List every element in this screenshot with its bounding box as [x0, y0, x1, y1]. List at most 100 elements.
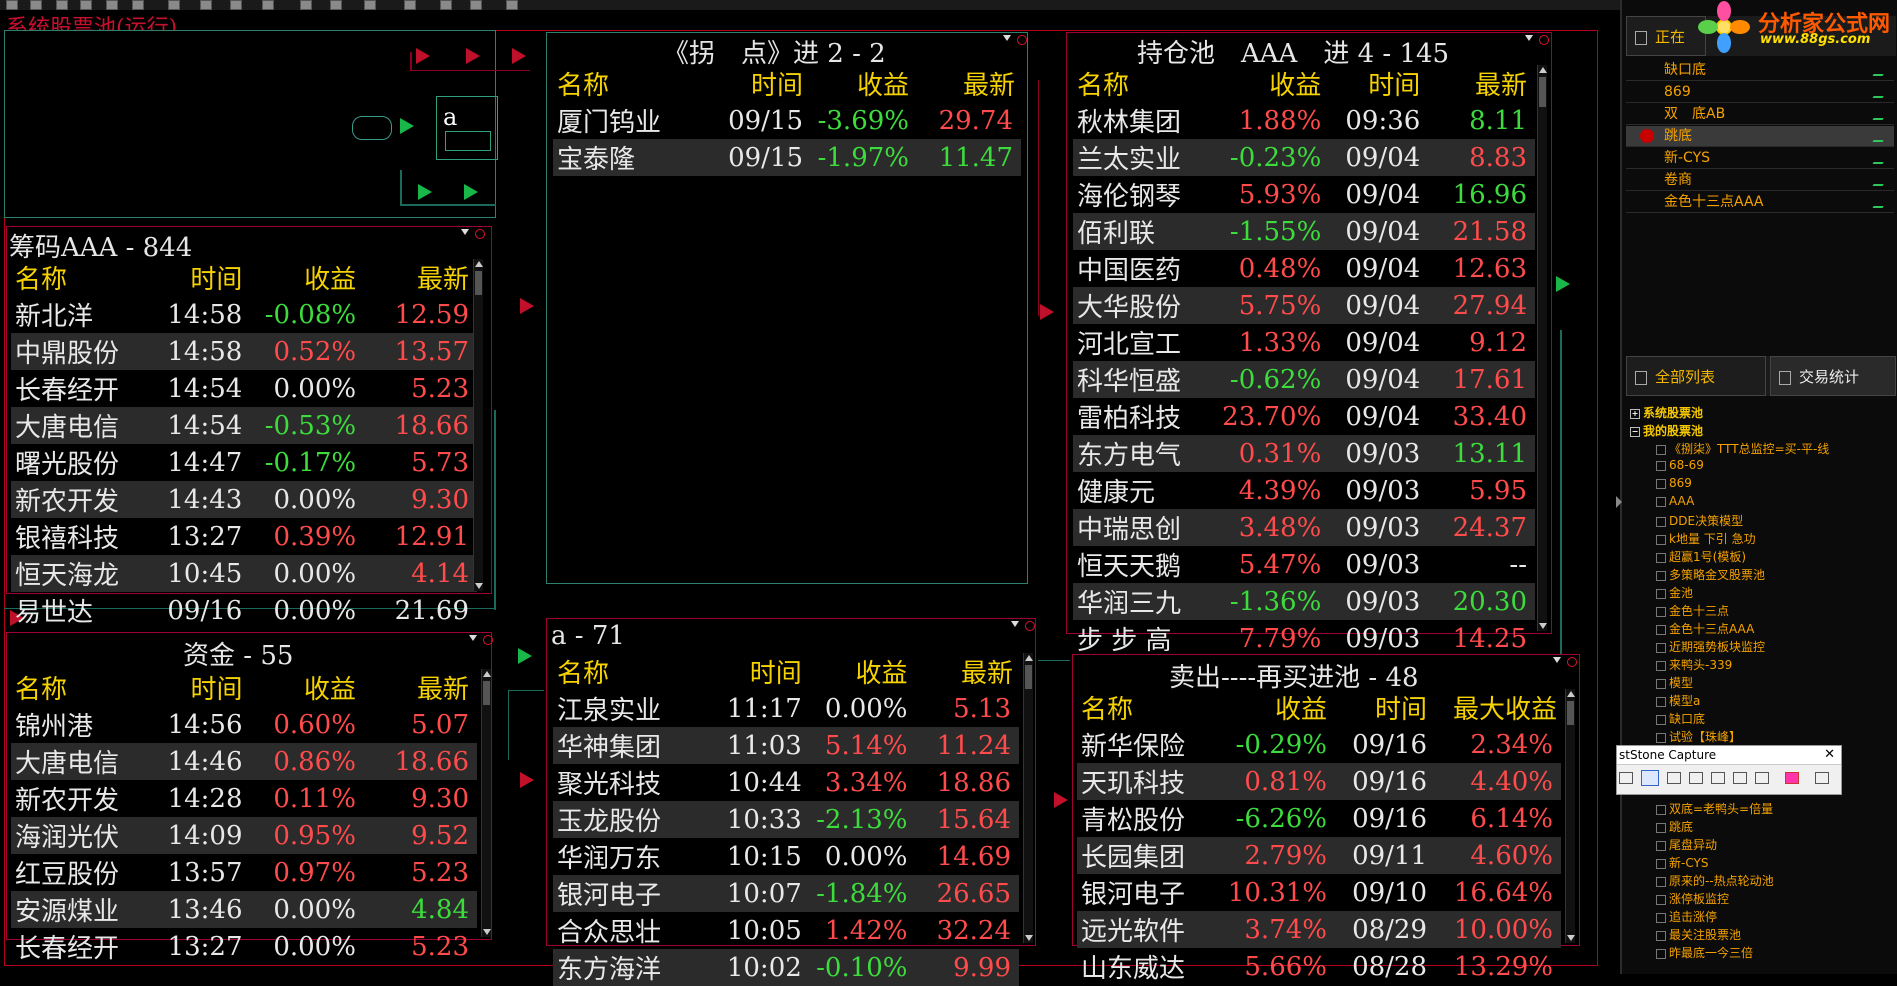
panel-controls[interactable] [469, 635, 499, 647]
tab-trade-stats[interactable]: 交易统计 [1770, 356, 1896, 396]
col-time-header[interactable]: 时间 [144, 669, 243, 706]
flow-node-green-icon[interactable] [1556, 276, 1572, 292]
tab-all-list[interactable]: 全部列表 [1626, 356, 1766, 396]
table-row[interactable]: 雷柏科技 23.70% 09/04 33.40 [1073, 398, 1535, 435]
col-gain-header[interactable]: 收益 [1212, 65, 1321, 102]
node-a-box[interactable]: a [436, 96, 498, 160]
tree-leaf[interactable]: 缺口底 [1656, 710, 1829, 728]
capture-toolbar[interactable]: stStone Capture ✕ [1616, 745, 1842, 795]
toolbar-button[interactable] [6, 0, 18, 10]
tree-leaf[interactable]: 尾盘异动 [1656, 836, 1774, 854]
running-item[interactable]: 金色十三点AAA [1626, 192, 1894, 213]
tree-leaf[interactable]: AAA [1656, 494, 1829, 512]
table-row[interactable]: 银河电子 10:07 -1.84% 26.65 [553, 875, 1019, 912]
capture-button-icon[interactable] [1689, 772, 1703, 784]
table-row[interactable]: 天玑科技 0.81% 09/16 4.40% [1077, 763, 1561, 800]
table-row[interactable]: 东方电气 0.31% 09/03 13.11 [1073, 435, 1535, 472]
toolbar-button[interactable] [106, 0, 118, 10]
capture-window-icon[interactable] [1641, 770, 1659, 786]
expand-icon[interactable]: + [1630, 408, 1640, 419]
col-last-header[interactable]: 最新 [909, 65, 1021, 102]
col-time-header[interactable]: 时间 [144, 259, 242, 296]
edit-icon[interactable] [1872, 64, 1890, 76]
tree-leaf[interactable]: 新-CYS [1656, 854, 1774, 872]
table-row[interactable]: 新农开发 14:28 0.11% 9.30 [11, 780, 477, 817]
col-name-header[interactable]: 名称 [1077, 689, 1217, 726]
scrollbar[interactable] [1023, 653, 1033, 943]
tree-leaf[interactable]: DDE决策模型 [1656, 512, 1829, 530]
table-row[interactable]: 大唐电信 14:54 -0.53% 18.66 [11, 407, 477, 444]
flow-node-green-icon[interactable] [400, 118, 416, 134]
table-row[interactable]: 易世达 09/16 0.00% 21.69 [11, 592, 477, 629]
capture-button-icon[interactable] [1667, 772, 1681, 784]
toolbar-button[interactable] [262, 0, 274, 10]
capture-button-icon[interactable] [1711, 772, 1725, 784]
table-row[interactable]: 健康元 4.39% 09/03 5.95 [1073, 472, 1535, 509]
table-row[interactable]: 聚光科技 10:44 3.34% 18.86 [553, 764, 1019, 801]
table-row[interactable]: 大华股份 5.75% 09/04 27.94 [1073, 287, 1535, 324]
tree-leaf[interactable]: 模型a [1656, 692, 1829, 710]
table-row[interactable]: 银河电子 10.31% 09/10 16.64% [1077, 874, 1561, 911]
toolbar-button[interactable] [168, 0, 180, 10]
col-gain-header[interactable]: 收益 [242, 259, 356, 296]
toolbar-button[interactable] [200, 0, 212, 10]
panel-controls[interactable] [1525, 35, 1555, 47]
table-row[interactable]: 长春经开 14:54 0.00% 5.23 [11, 370, 477, 407]
tree-leaf[interactable]: 双底=老鸭头=倍量 [1656, 800, 1774, 818]
tree-leaf[interactable]: 金色十三点 [1656, 602, 1829, 620]
col-time-header[interactable]: 时间 [706, 653, 802, 690]
table-row[interactable]: 长春经开 13:27 0.00% 5.23 [11, 928, 477, 965]
running-item[interactable]: 双 底AB [1626, 104, 1894, 125]
col-name-header[interactable]: 名称 [11, 669, 144, 706]
tree-leaf[interactable]: 金池 [1656, 584, 1829, 602]
scrollbar[interactable] [1565, 689, 1575, 943]
table-row[interactable]: 华神集团 11:03 5.14% 11.24 [553, 727, 1019, 764]
toolbar-button[interactable] [56, 0, 68, 10]
tree-leaf[interactable]: 来鸭头-339 [1656, 656, 1829, 674]
table-row[interactable]: 海伦钢琴 5.93% 09/04 16.96 [1073, 176, 1535, 213]
table-row[interactable]: 厦门钨业 09/15 -3.69% 29.74 [553, 102, 1021, 139]
table-row[interactable]: 曙光股份 14:47 -0.17% 5.73 [11, 444, 477, 481]
capture-color-icon[interactable] [1785, 772, 1799, 784]
table-row[interactable]: 青松股份 -6.26% 09/16 6.14% [1077, 800, 1561, 837]
col-time-header[interactable]: 时间 [1327, 689, 1427, 726]
tree-leaf[interactable]: 最关注股票池 [1656, 926, 1774, 944]
table-row[interactable]: 大唐电信 14:46 0.86% 18.66 [11, 743, 477, 780]
col-time-header[interactable]: 时间 [1321, 65, 1420, 102]
table-row[interactable]: 中国医药 0.48% 09/04 12.63 [1073, 250, 1535, 287]
panel-controls[interactable] [1553, 657, 1583, 669]
edit-icon[interactable] [1872, 130, 1890, 142]
edit-icon[interactable] [1872, 86, 1890, 98]
flow-node-icon[interactable] [1054, 792, 1070, 808]
table-row[interactable]: 锦州港 14:56 0.60% 5.07 [11, 706, 477, 743]
toolbar-button[interactable] [470, 0, 482, 10]
table-row[interactable]: 恒天海龙 10:45 0.00% 4.14 [11, 555, 477, 592]
col-name-header[interactable]: 名称 [553, 65, 707, 102]
table-row[interactable]: 中瑞思创 3.48% 09/03 24.37 [1073, 509, 1535, 546]
col-name-header[interactable]: 名称 [553, 653, 706, 690]
col-last-header[interactable]: 最新 [1420, 65, 1535, 102]
tree-leaf[interactable]: 涨停板监控 [1656, 890, 1774, 908]
capture-button-icon[interactable] [1733, 772, 1747, 784]
edit-icon[interactable] [1872, 108, 1890, 120]
tree-group-system[interactable]: + 系统股票池 [1630, 404, 1829, 422]
tree-leaf[interactable]: 昨最底一今三倍 [1656, 944, 1774, 962]
panel-controls[interactable] [1003, 35, 1033, 47]
tree-leaf[interactable]: 超赢1号(模板) [1656, 548, 1829, 566]
tree-leaf[interactable]: 近期强势板块监控 [1656, 638, 1829, 656]
toolbar-button[interactable] [404, 0, 416, 10]
flow-node-green-icon[interactable] [464, 184, 480, 200]
edit-icon[interactable] [1872, 152, 1890, 164]
col-name-header[interactable]: 名称 [11, 259, 144, 296]
table-row[interactable]: 新北洋 14:58 -0.08% 12.59 [11, 296, 477, 333]
toolbar-button[interactable] [300, 0, 312, 10]
capture-button-icon[interactable] [1619, 772, 1633, 784]
col-maxgain-header[interactable]: 最大收益 [1427, 689, 1561, 726]
flow-node-icon[interactable] [520, 298, 536, 314]
col-last-header[interactable]: 最新 [908, 653, 1019, 690]
table-row[interactable]: 佰利联 -1.55% 09/04 21.58 [1073, 213, 1535, 250]
toolbar-button[interactable] [80, 0, 92, 10]
flow-node-icon[interactable] [416, 48, 432, 64]
table-row[interactable]: 安源煤业 13:46 0.00% 4.84 [11, 891, 477, 928]
tree-leaf[interactable]: 《捌柒》TTT总监控=买-平-线 [1656, 440, 1829, 458]
